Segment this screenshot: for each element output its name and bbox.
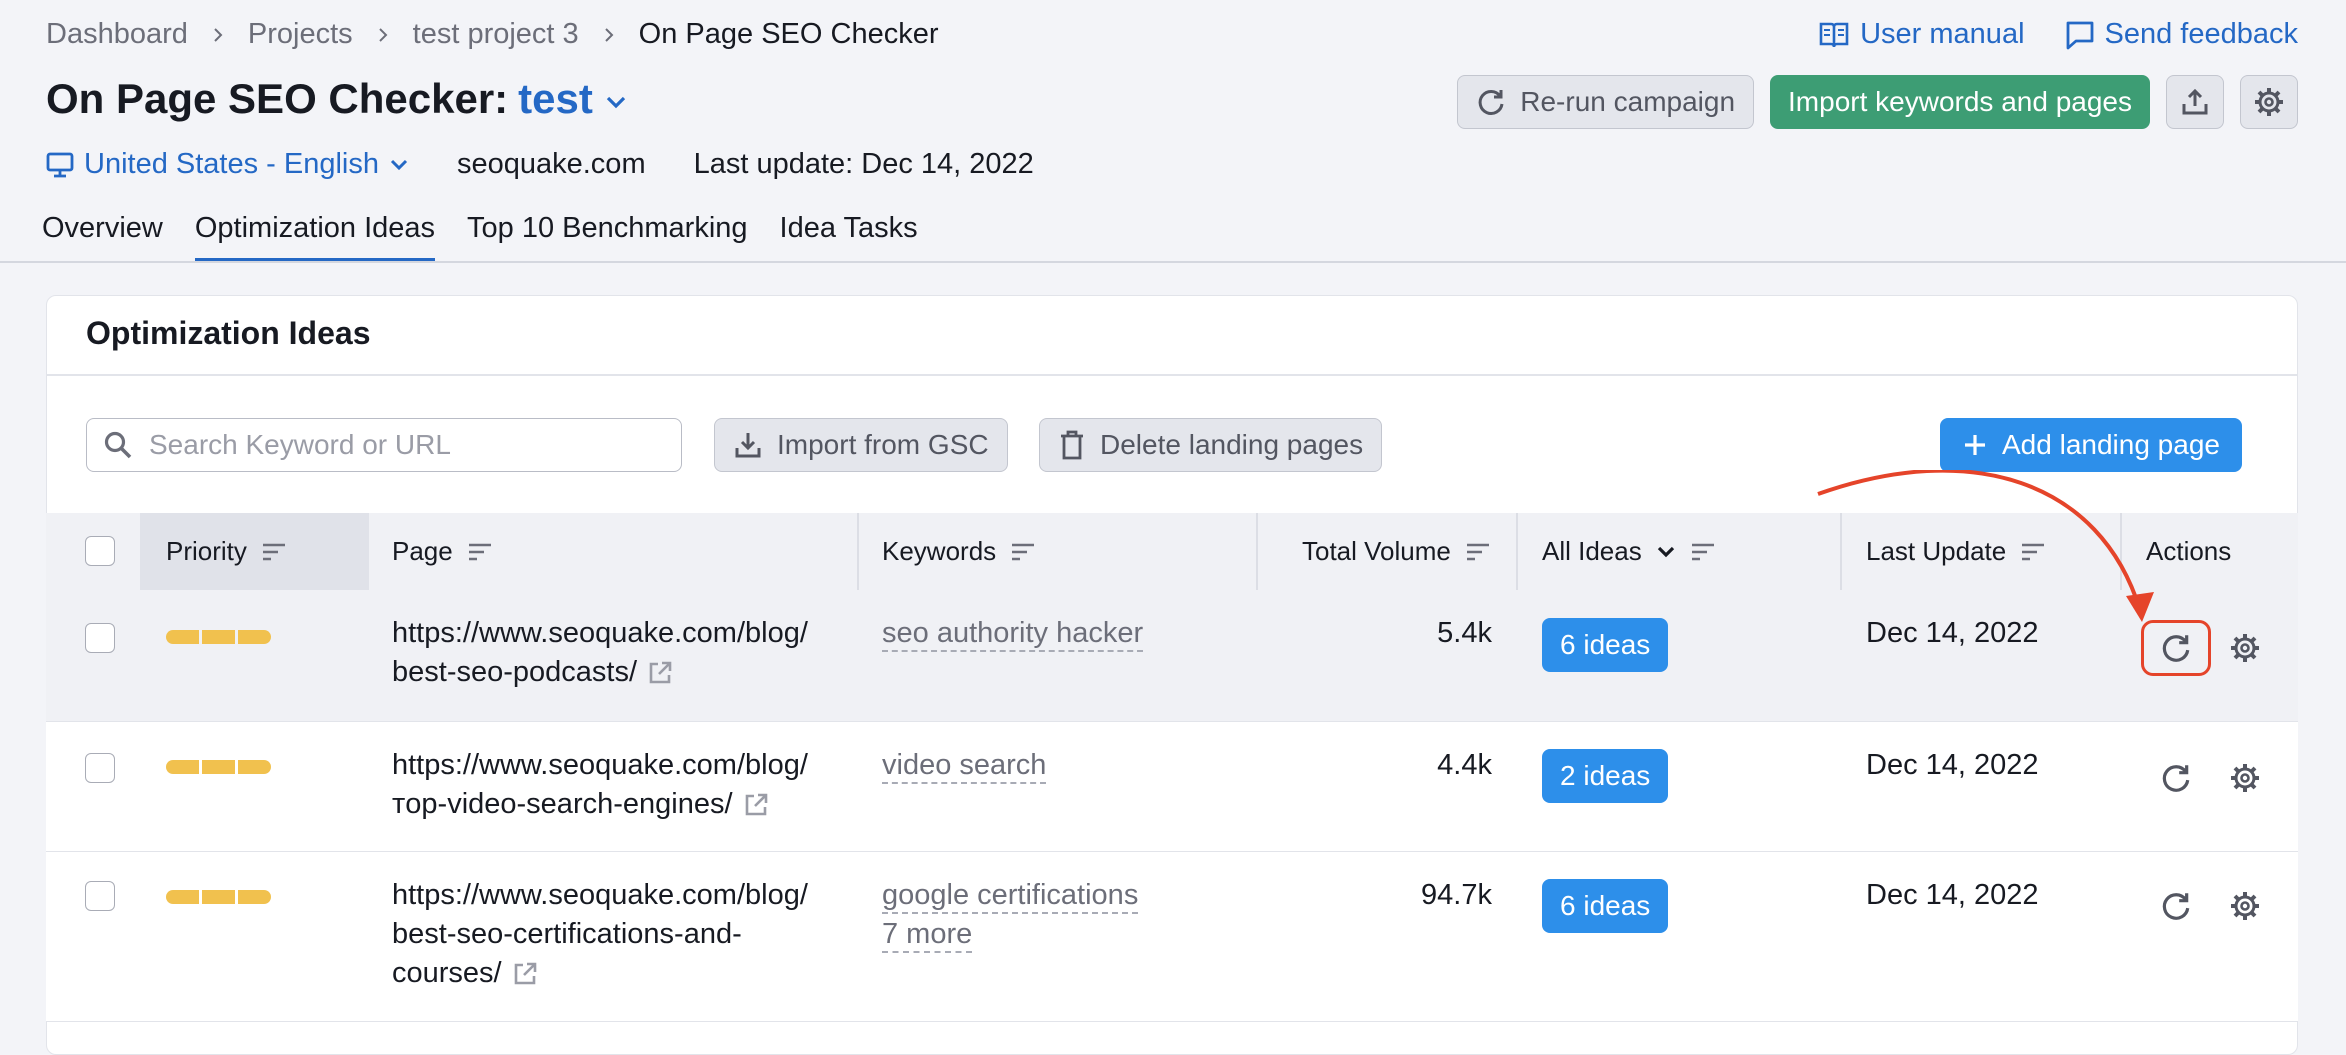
plus-icon	[1965, 435, 1985, 455]
ideas-button[interactable]: 6 ideas	[1542, 879, 1669, 933]
tab-top10-benchmarking[interactable]: Top 10 Benchmarking	[467, 212, 748, 259]
last-update: Last update: Dec 14, 2022	[693, 148, 1034, 180]
external-link-icon[interactable]	[512, 961, 538, 987]
delete-pages-button[interactable]: Delete landing pages	[1039, 418, 1383, 472]
external-link-icon[interactable]	[743, 792, 769, 818]
row-checkbox[interactable]	[85, 623, 115, 653]
more-keywords-link[interactable]: 7 more	[882, 917, 973, 953]
volume-value: 94.7k	[1421, 879, 1492, 911]
add-landing-page-button[interactable]: Add landing page	[1940, 418, 2242, 472]
ideas-button[interactable]: 2 ideas	[1542, 749, 1669, 803]
keyword-link[interactable]: video search	[882, 748, 1047, 784]
tab-bar: Overview Optimization Ideas Top 10 Bench…	[42, 212, 918, 262]
database-selector[interactable]: United States - English	[46, 148, 409, 181]
col-keywords[interactable]: Keywords	[882, 513, 1036, 590]
settings-button[interactable]	[2240, 75, 2298, 129]
trash-icon	[1061, 430, 1083, 460]
chevron-right-icon	[378, 27, 388, 42]
col-total-volume[interactable]: Total Volume	[1302, 513, 1491, 590]
tab-optimization-ideas[interactable]: Optimization Ideas	[194, 212, 436, 262]
send-feedback-link[interactable]: Send feedback	[2065, 18, 2298, 51]
tool-name: On Page SEO Checker:	[46, 75, 509, 122]
ideas-button[interactable]: 6 ideas	[1542, 618, 1669, 672]
breadcrumb: Dashboard Projects test project 3 On Pag…	[46, 18, 939, 51]
card-title: Optimization Ideas	[86, 315, 371, 351]
keyword-cell: video search	[882, 746, 1047, 785]
volume-value: 5.4k	[1437, 617, 1492, 649]
column-divider	[1516, 513, 1518, 590]
divider	[0, 261, 2346, 263]
sort-icon	[262, 543, 285, 560]
chevron-down-icon	[390, 159, 408, 170]
sort-icon	[1012, 543, 1035, 560]
project-selector[interactable]: test	[518, 75, 593, 123]
page-url[interactable]: https://www.seoquake.com/blog/ тop-video…	[392, 746, 808, 824]
chevron-right-icon	[214, 27, 223, 42]
gear-icon[interactable]	[2229, 762, 2261, 794]
row-checkbox[interactable]	[85, 753, 115, 783]
page-url[interactable]: https://www.seoquake.com/blog/ best-seo-…	[392, 876, 808, 993]
sort-icon	[1691, 543, 1714, 560]
gear-icon[interactable]	[2229, 890, 2261, 922]
refresh-icon[interactable]	[2160, 890, 2192, 922]
header-links: User manual Send feedback	[1818, 18, 2298, 51]
breadcrumb-dashboard[interactable]: Dashboard	[46, 18, 188, 51]
annotation-arrow	[1817, 470, 2154, 622]
chevron-down-icon[interactable]	[605, 95, 627, 109]
download-icon	[735, 433, 761, 458]
breadcrumb-project[interactable]: test project 3	[413, 18, 579, 51]
last-update-value: Dec 14, 2022	[1866, 879, 2039, 911]
tab-overview[interactable]: Overview	[42, 212, 163, 259]
chat-icon	[2066, 21, 2093, 49]
table-row: https://www.seoquake.com/blog/ тop-video…	[46, 722, 2298, 852]
upload-icon	[2182, 88, 2208, 115]
user-manual-link[interactable]: User manual	[1818, 18, 2025, 51]
desktop-icon	[46, 152, 74, 177]
import-gsc-button[interactable]: Import from GSC	[714, 418, 1008, 472]
import-keywords-button[interactable]: Import keywords and pages	[1770, 75, 2150, 129]
priority-bar	[166, 890, 271, 904]
col-page[interactable]: Page	[392, 513, 493, 590]
breadcrumb-projects[interactable]: Projects	[248, 18, 353, 51]
table-row: https://www.seoquake.com/blog/ best-seo-…	[46, 852, 2298, 1022]
keyword-cell: google certifications 7 more	[882, 876, 1139, 954]
col-priority[interactable]: Priority	[166, 513, 287, 590]
select-all-checkbox[interactable]	[85, 536, 115, 566]
col-all-ideas[interactable]: All Ideas	[1542, 513, 1716, 590]
export-button[interactable]	[2166, 75, 2224, 129]
sort-icon	[468, 543, 491, 560]
row-checkbox[interactable]	[85, 881, 115, 911]
sort-icon	[1466, 543, 1489, 560]
external-link-icon[interactable]	[647, 660, 673, 686]
keyword-cell: seo authority hacker	[882, 614, 1144, 653]
search-input[interactable]	[147, 428, 627, 462]
gear-icon[interactable]	[2229, 632, 2261, 664]
book-icon	[1819, 22, 1849, 47]
refresh-icon	[1478, 89, 1504, 115]
chevron-down-icon	[1657, 546, 1674, 557]
keyword-link[interactable]: seo authority hacker	[882, 616, 1144, 652]
breadcrumb-current: On Page SEO Checker	[638, 18, 939, 50]
gear-icon	[2255, 88, 2283, 116]
tab-idea-tasks[interactable]: Idea Tasks	[780, 212, 918, 259]
column-divider	[1256, 513, 1258, 590]
last-update-value: Dec 14, 2022	[1866, 749, 2039, 781]
priority-bar	[166, 760, 271, 774]
refresh-icon[interactable]	[2160, 762, 2192, 794]
priority-bar	[166, 630, 271, 644]
search-field	[86, 418, 682, 472]
header-actions: Re-run campaign Import keywords and page…	[1457, 75, 2298, 129]
project-meta: United States - English seoquake.com Las…	[46, 148, 1034, 181]
rerun-campaign-button[interactable]: Re-run campaign	[1457, 75, 1755, 129]
divider	[46, 374, 2298, 376]
column-divider	[857, 513, 859, 590]
chevron-right-icon	[604, 27, 614, 42]
search-icon	[104, 431, 132, 459]
keyword-link[interactable]: google certifications	[882, 878, 1139, 914]
domain: seoquake.com	[456, 148, 646, 180]
volume-value: 4.4k	[1437, 749, 1492, 781]
page-url[interactable]: https://www.seoquake.com/blog/ best-seo-…	[392, 614, 808, 692]
page-title: On Page SEO Checker: test	[46, 75, 627, 123]
